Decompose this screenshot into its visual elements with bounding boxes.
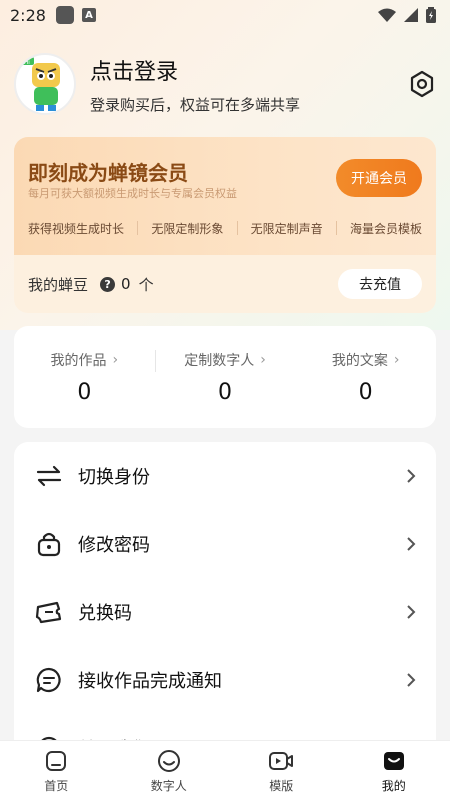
beans-count: 0 — [121, 275, 131, 293]
tab-mine[interactable]: 我的 — [338, 741, 450, 800]
menu-label: 修改密码 — [78, 535, 150, 556]
signal-icon — [404, 8, 418, 22]
stat-custom-avatars[interactable]: 定制数字人 › 0 — [154, 349, 296, 405]
beans-label: 我的蝉豆 — [28, 275, 89, 294]
status-bar: 2:28 A — [0, 0, 450, 30]
box-icon — [383, 752, 404, 770]
stat-label: 定制数字人 — [184, 352, 255, 369]
notification-icon — [55, 6, 74, 24]
beans-unit: 个 — [138, 275, 154, 294]
bottom-tab-bar: 首页 数字人 模版 我的 — [0, 740, 450, 800]
chevron-right-icon — [407, 537, 416, 551]
vip-title: 即刻成为蝉镜会员 — [28, 161, 188, 185]
tab-templates[interactable]: 模版 — [225, 741, 338, 800]
tab-home[interactable]: 首页 — [0, 741, 113, 800]
vip-feature: 获得视频生成时长 — [28, 221, 125, 236]
chevron-right-icon — [407, 605, 416, 619]
vip-feature: 海量会员模板 — [349, 221, 422, 236]
ticket-icon — [34, 597, 64, 627]
help-icon[interactable]: ? — [100, 276, 116, 292]
menu-label: 兑换码 — [78, 603, 132, 624]
battery-icon — [426, 7, 436, 23]
divider — [335, 221, 337, 235]
avatar[interactable]: Hi — [14, 53, 76, 115]
chevron-right-icon: › — [393, 351, 400, 368]
status-time: 2:28 — [10, 5, 46, 25]
profile-section[interactable]: Hi 点击登录 登录购买后，权益可在多端共享 — [14, 52, 436, 116]
wifi-icon — [378, 8, 396, 22]
divider — [236, 221, 238, 235]
vip-features: 获得视频生成时长 无限定制形象 无限定制声音 海量会员模板 — [14, 217, 436, 239]
stat-value: 0 — [218, 379, 232, 405]
stats-card: 我的作品 › 0 定制数字人 › 0 我的文案 › 0 — [14, 326, 436, 428]
tab-label: 首页 — [44, 779, 69, 793]
stat-label: 我的作品 — [50, 352, 107, 369]
message-icon — [34, 665, 64, 695]
menu-item-switch-identity[interactable]: 切换身份 — [14, 442, 436, 510]
menu-item-change-password[interactable]: 修改密码 — [14, 510, 436, 578]
divider — [137, 221, 139, 235]
vip-feature: 无限定制形象 — [151, 221, 224, 236]
tab-digital-human[interactable]: 数字人 — [113, 741, 226, 800]
login-subtitle: 登录购买后，权益可在多端共享 — [90, 95, 301, 114]
stat-value: 0 — [358, 379, 373, 405]
vip-header: 即刻成为蝉镜会员 每月可获大额视频生成时长与专属会员权益 开通会员 获得视频生成… — [14, 137, 436, 255]
menu-label: 切换身份 — [78, 467, 150, 488]
stat-value: 0 — [77, 379, 92, 405]
home-icon — [46, 751, 67, 771]
divider — [154, 349, 156, 372]
lock-bag-icon — [34, 529, 64, 559]
video-template-icon — [269, 752, 294, 770]
chevron-right-icon: › — [260, 351, 266, 368]
menu-item-redeem-code[interactable]: 兑换码 — [14, 578, 436, 646]
app-notification-icon: A — [81, 8, 96, 22]
smile-icon — [157, 750, 180, 772]
stat-my-scripts[interactable]: 我的文案 › 0 — [295, 350, 436, 405]
vip-subtitle: 每月可获大额视频生成时长与专属会员权益 — [28, 187, 237, 200]
vip-card: 即刻成为蝉镜会员 每月可获大额视频生成时长与专属会员权益 开通会员 获得视频生成… — [14, 137, 436, 313]
svg-text:Hi: Hi — [24, 60, 30, 66]
login-title[interactable]: 点击登录 — [90, 54, 300, 86]
chevron-right-icon: › — [112, 351, 119, 368]
menu-label: 接收作品完成通知 — [78, 671, 222, 692]
beans-row: 我的蝉豆 ? 0 个 去充值 — [14, 255, 436, 313]
chevron-right-icon — [407, 469, 416, 483]
stat-label: 我的文案 — [331, 352, 388, 369]
open-vip-button[interactable]: 开通会员 — [336, 159, 422, 197]
chevron-right-icon — [407, 673, 416, 687]
stat-my-works[interactable]: 我的作品 › 0 — [14, 350, 155, 405]
menu-list: 切换身份 修改密码 兑换码 接收作品完成通知 关于我们 — [14, 442, 436, 762]
tab-label: 我的 — [381, 779, 406, 793]
menu-item-notifications[interactable]: 接收作品完成通知 — [14, 646, 436, 714]
settings-gear-icon[interactable] — [408, 70, 436, 98]
tab-label: 数字人 — [150, 779, 187, 793]
tab-label: 模版 — [269, 779, 294, 793]
vip-feature: 无限定制声音 — [250, 221, 323, 236]
switch-arrows-icon — [34, 461, 64, 491]
recharge-button[interactable]: 去充值 — [338, 269, 422, 299]
mascot-avatar-icon: Hi — [22, 57, 60, 111]
